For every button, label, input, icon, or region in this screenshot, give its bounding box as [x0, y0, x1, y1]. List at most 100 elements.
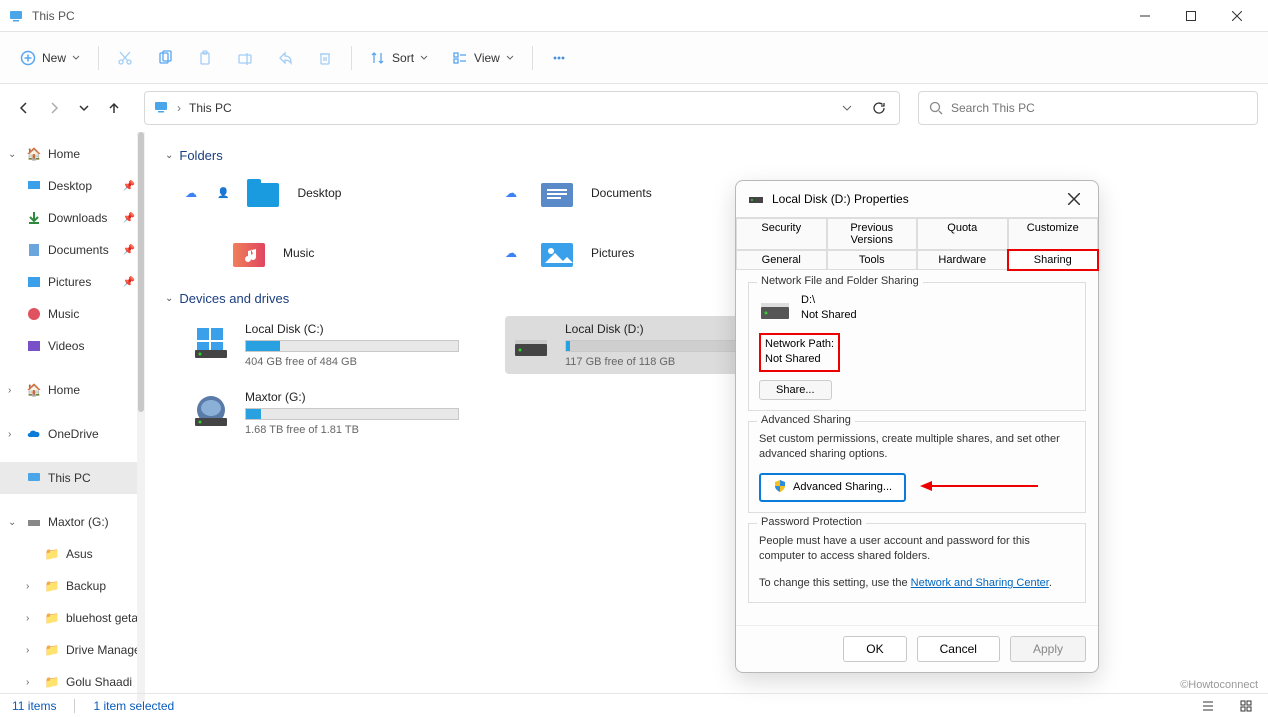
search-input[interactable] — [951, 101, 1247, 115]
tree-drive-manager[interactable]: ›📁Drive Manager — [0, 634, 145, 666]
drive-icon — [759, 293, 791, 325]
close-button[interactable] — [1214, 0, 1260, 32]
share-button[interactable] — [267, 42, 303, 74]
folder-music[interactable]: Music — [185, 233, 445, 273]
up-button[interactable] — [100, 94, 128, 122]
advanced-sharing-button[interactable]: Advanced Sharing... — [759, 473, 906, 502]
status-bar: 11 items 1 item selected — [0, 693, 1268, 717]
search-box[interactable] — [918, 91, 1258, 125]
videos-icon — [26, 338, 42, 354]
folders-header[interactable]: ⌄Folders — [165, 148, 1248, 163]
tree-music[interactable]: Music — [0, 298, 145, 330]
tiles-view-button[interactable] — [1236, 696, 1256, 716]
address-bar[interactable]: › This PC — [144, 91, 900, 125]
tab-hardware[interactable]: Hardware — [917, 250, 1008, 270]
drive-item[interactable]: Local Disk (C:) 404 GB free of 484 GB — [185, 316, 465, 374]
properties-dialog: Local Disk (D:) Properties Security Prev… — [735, 180, 1099, 673]
drive-usage-bar — [245, 408, 459, 420]
password-protection-group: Password Protection People must have a u… — [748, 523, 1086, 603]
nav-pane: ⌄🏠Home Desktop📌 Downloads📌 Documents📌 Pi… — [0, 132, 145, 702]
view-button[interactable]: View — [442, 42, 524, 74]
dialog-titlebar: Local Disk (D:) Properties — [736, 181, 1098, 217]
nav-row: › This PC — [0, 84, 1268, 132]
sidebar-scrollbar[interactable] — [137, 132, 145, 702]
apply-button[interactable]: Apply — [1010, 636, 1086, 662]
tree-this-pc[interactable]: This PC — [0, 462, 145, 494]
dialog-close-button[interactable] — [1062, 187, 1086, 211]
tab-tools[interactable]: Tools — [827, 250, 918, 270]
sort-button[interactable]: Sort — [360, 42, 438, 74]
tree-maxtor[interactable]: ⌄Maxtor (G:) — [0, 506, 145, 538]
pc-icon — [153, 99, 169, 118]
tree-home2[interactable]: ›🏠Home — [0, 374, 145, 406]
recent-button[interactable] — [70, 94, 98, 122]
folder-icon: 📁 — [44, 642, 60, 658]
tree-videos[interactable]: Videos — [0, 330, 145, 362]
folder-desktop[interactable]: ☁ 👤 Desktop — [185, 173, 445, 213]
maximize-button[interactable] — [1168, 0, 1214, 32]
drive-icon — [748, 190, 764, 209]
copy-button[interactable] — [147, 42, 183, 74]
breadcrumb-root[interactable]: This PC — [189, 101, 232, 115]
home-icon: 🏠 — [26, 146, 42, 162]
tab-security[interactable]: Security — [736, 218, 827, 250]
tree-bluehost[interactable]: ›📁bluehost getall — [0, 602, 145, 634]
tab-previous-versions[interactable]: Previous Versions — [827, 218, 918, 250]
documents-icon — [26, 242, 42, 258]
pc-icon — [8, 8, 24, 24]
network-path-highlight: Network Path: Not Shared — [759, 333, 840, 372]
tree-documents[interactable]: Documents📌 — [0, 234, 145, 266]
address-dropdown[interactable] — [835, 96, 859, 120]
tree-desktop[interactable]: Desktop📌 — [0, 170, 145, 202]
tab-quota[interactable]: Quota — [917, 218, 1008, 250]
cloud-icon: ☁ — [505, 246, 523, 260]
rename-button[interactable] — [227, 42, 263, 74]
pin-icon: 📌 — [123, 245, 135, 256]
ok-button[interactable]: OK — [843, 636, 906, 662]
selection-count: 1 item selected — [93, 699, 174, 713]
refresh-button[interactable] — [867, 96, 891, 120]
pc-icon — [26, 470, 42, 486]
details-view-button[interactable] — [1198, 696, 1218, 716]
view-label: View — [474, 51, 500, 65]
tab-sharing[interactable]: Sharing — [1008, 250, 1099, 270]
drive-label: Maxtor (G:) — [245, 390, 459, 404]
paste-button[interactable] — [187, 42, 223, 74]
minimize-button[interactable] — [1122, 0, 1168, 32]
tree-pictures[interactable]: Pictures📌 — [0, 266, 145, 298]
tree-downloads[interactable]: Downloads📌 — [0, 202, 145, 234]
window-controls — [1122, 0, 1260, 32]
folder-icon: 📁 — [44, 610, 60, 626]
folder-pictures[interactable]: ☁ Pictures — [505, 233, 765, 273]
pictures-icon — [26, 274, 42, 290]
folder-documents[interactable]: ☁ Documents — [505, 173, 765, 213]
tab-general[interactable]: General — [736, 250, 827, 270]
drive-icon — [26, 514, 42, 530]
tree-onedrive[interactable]: ›OneDrive — [0, 418, 145, 450]
watermark: ©Howtoconnect — [1180, 679, 1258, 691]
tree-home[interactable]: ⌄🏠Home — [0, 138, 145, 170]
music-icon — [26, 306, 42, 322]
network-sharing-center-link[interactable]: Network and Sharing Center — [911, 577, 1049, 589]
forward-button[interactable] — [40, 94, 68, 122]
shield-icon — [773, 479, 787, 496]
drive-label: Local Disk (C:) — [245, 322, 459, 336]
pin-icon: 📌 — [123, 277, 135, 288]
tree-backup[interactable]: ›📁Backup — [0, 570, 145, 602]
new-label: New — [42, 51, 66, 65]
cut-button[interactable] — [107, 42, 143, 74]
command-bar: New Sort View — [0, 32, 1268, 84]
drive-free-text: 404 GB free of 484 GB — [245, 356, 459, 368]
dialog-title: Local Disk (D:) Properties — [772, 192, 909, 206]
new-button[interactable]: New — [10, 42, 90, 74]
back-button[interactable] — [10, 94, 38, 122]
more-button[interactable] — [541, 42, 577, 74]
cancel-button[interactable]: Cancel — [917, 636, 1000, 662]
search-icon — [929, 101, 943, 115]
tab-customize[interactable]: Customize — [1008, 218, 1099, 250]
sort-label: Sort — [392, 51, 414, 65]
share-button[interactable]: Share... — [759, 380, 832, 400]
drive-item[interactable]: Maxtor (G:)1.68 TB free of 1.81 TB — [185, 384, 465, 442]
delete-button[interactable] — [307, 42, 343, 74]
tree-asus[interactable]: 📁Asus — [0, 538, 145, 570]
